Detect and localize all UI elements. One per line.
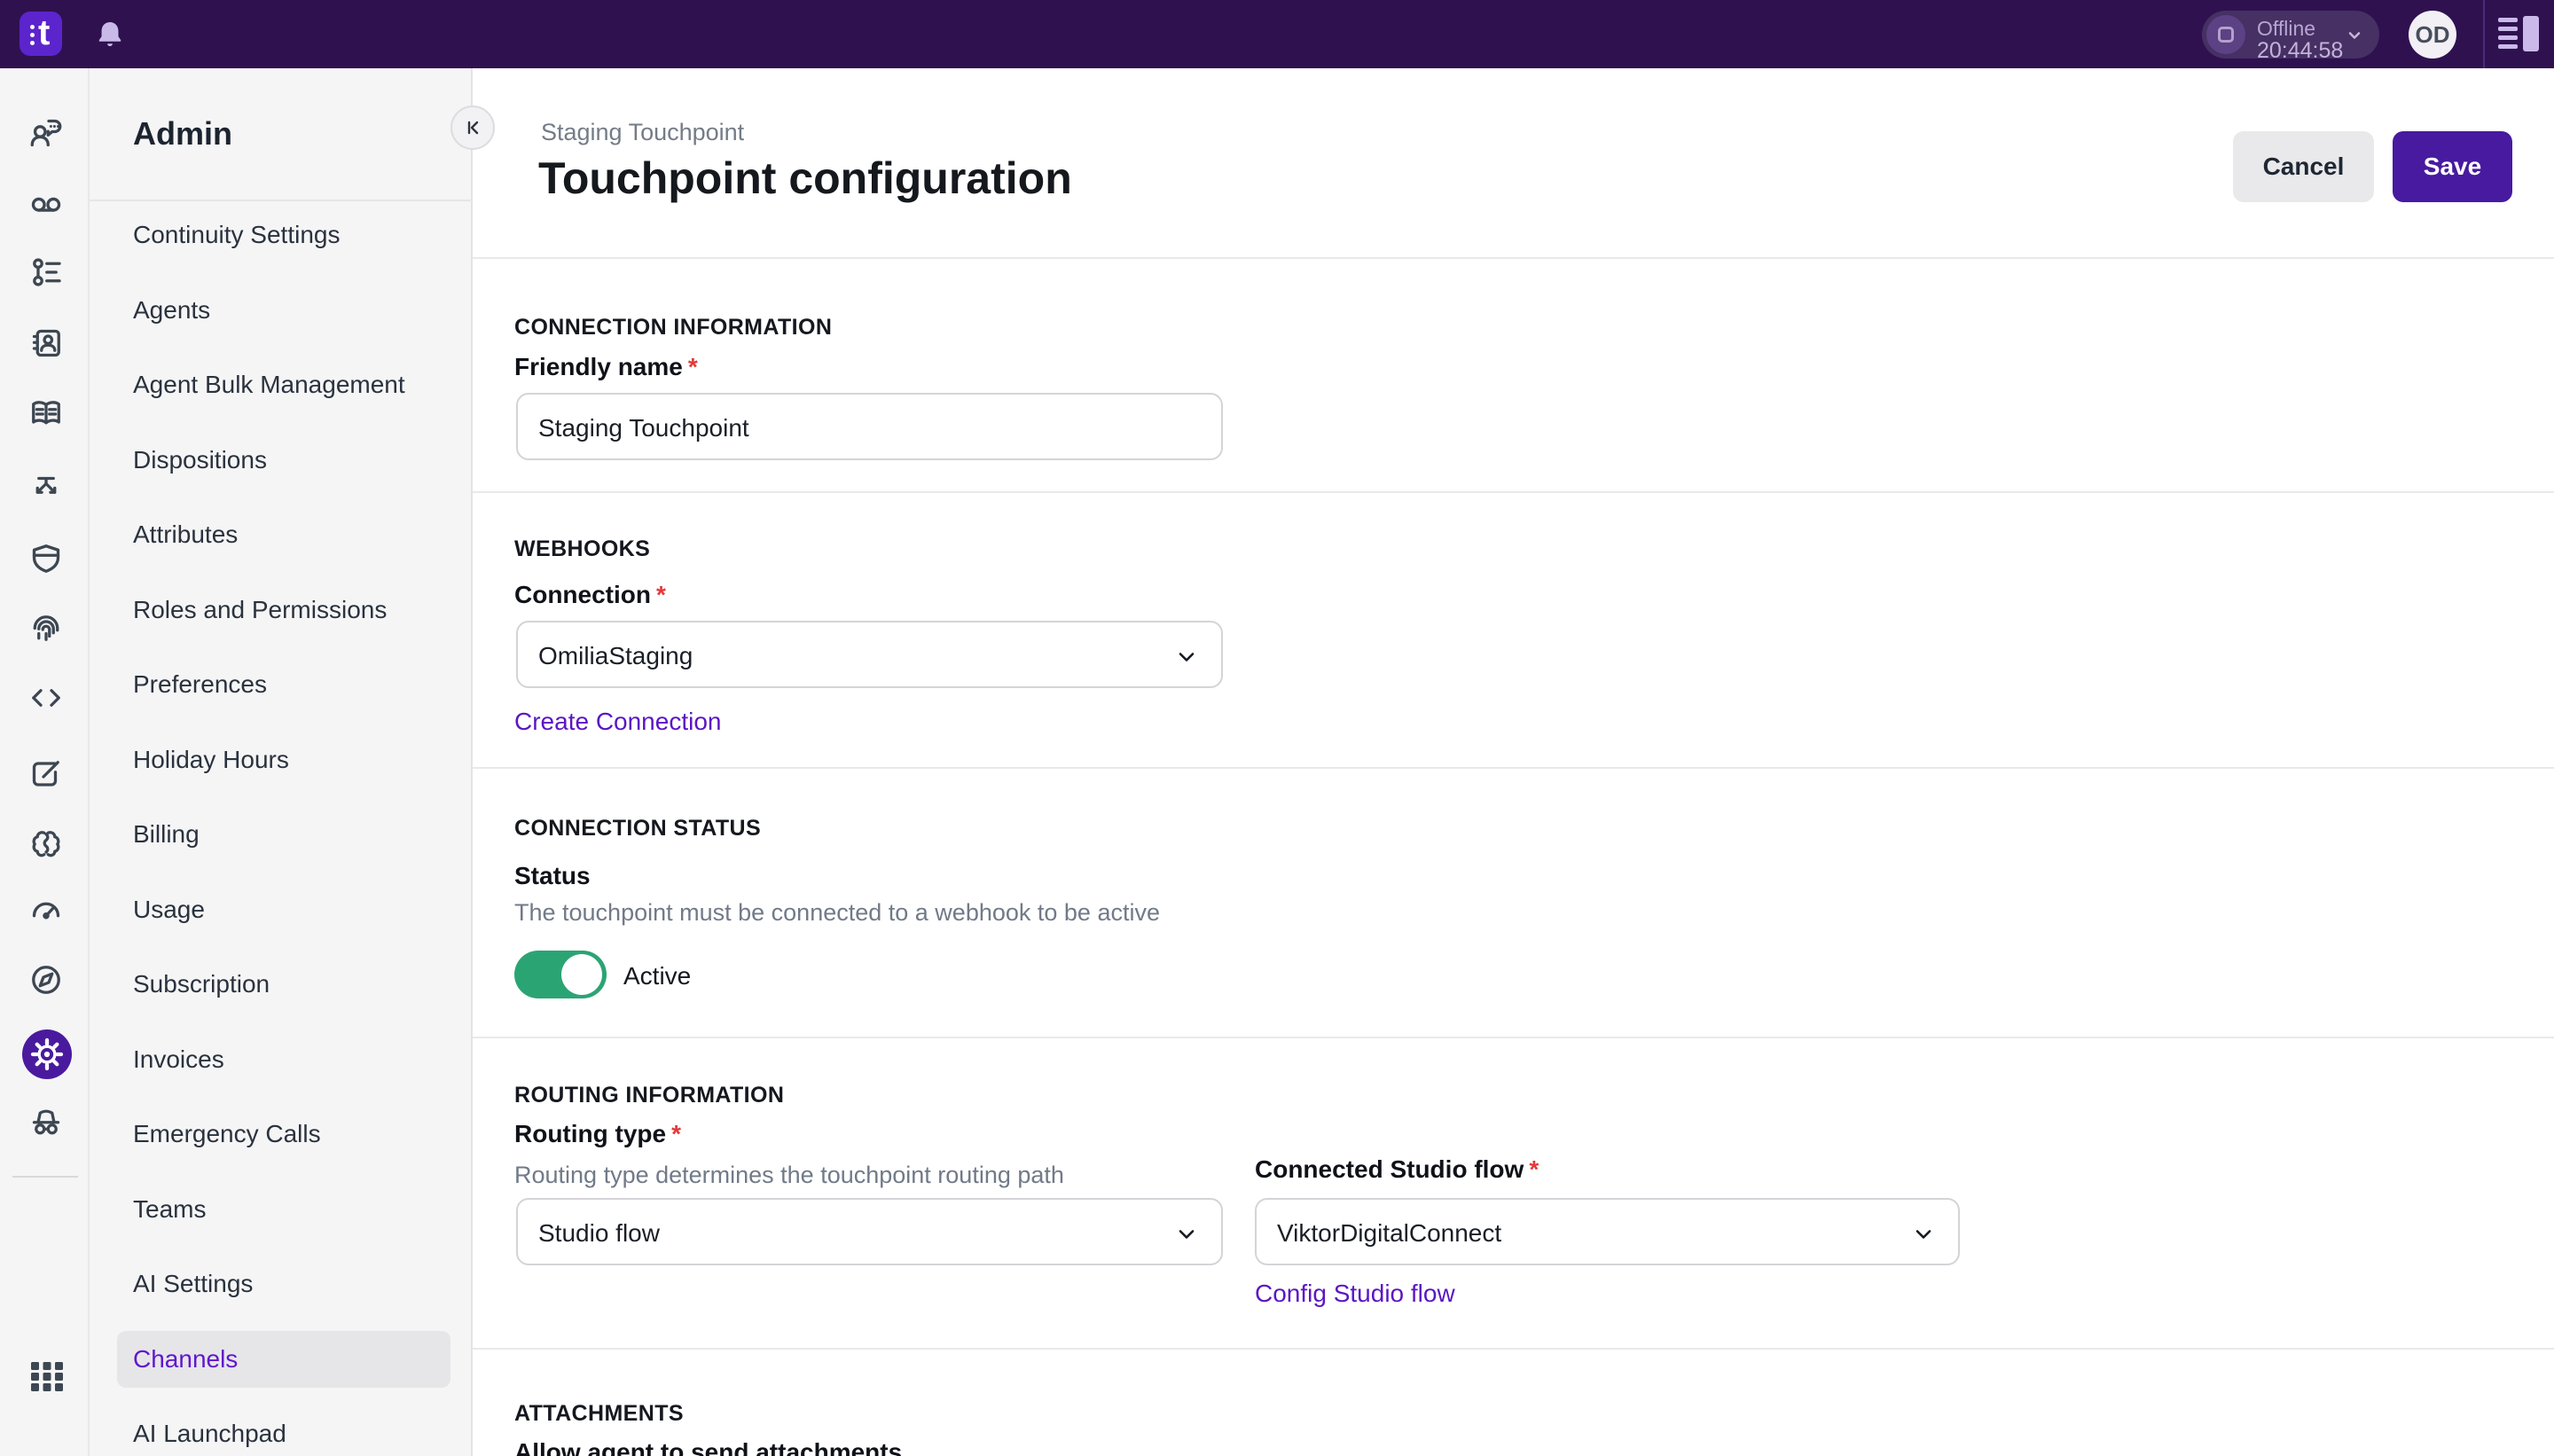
- rail-divider: [12, 1176, 78, 1178]
- identity-fingerprint-icon[interactable]: [27, 611, 65, 648]
- sidebar-item-ai-launchpad[interactable]: AI Launchpad: [90, 1397, 473, 1456]
- allow-attachments-label: Allow agent to send attachments: [514, 1438, 902, 1456]
- dashboard-icon[interactable]: [27, 891, 65, 928]
- sidebar-menu: Continuity Settings Agents Agent Bulk Ma…: [90, 198, 473, 1456]
- app-logo[interactable]: t: [20, 12, 62, 56]
- save-button[interactable]: Save: [2393, 131, 2512, 202]
- routing-type-value: Studio flow: [538, 1219, 660, 1248]
- user-avatar[interactable]: OD: [2409, 11, 2456, 59]
- section-divider: [473, 767, 2554, 769]
- breadcrumb: Staging Touchpoint: [541, 119, 744, 146]
- sidebar-item-attributes[interactable]: Attributes: [90, 497, 473, 573]
- sidebar-item-channels[interactable]: Channels: [90, 1322, 473, 1397]
- compose-icon[interactable]: [27, 755, 65, 793]
- sidebar-item-emergency-calls[interactable]: Emergency Calls: [90, 1097, 473, 1172]
- logo-dots-icon: [30, 25, 35, 49]
- friendly-name-label: Friendly name*: [514, 353, 698, 381]
- side-panel-toggle-icon[interactable]: [2497, 14, 2540, 55]
- friendly-name-value: Staging Touchpoint: [538, 414, 749, 442]
- connection-label: Connection*: [514, 581, 666, 609]
- status-label: Status: [514, 862, 591, 890]
- sidebar-item-teams[interactable]: Teams: [90, 1172, 473, 1248]
- knowledge-base-icon[interactable]: [27, 395, 65, 433]
- section-divider: [473, 1348, 2554, 1350]
- agent-conversations-icon[interactable]: [27, 114, 65, 152]
- contacts-icon[interactable]: [27, 325, 65, 362]
- main-content: Staging Touchpoint Touchpoint configurat…: [473, 68, 2554, 1456]
- connected-studio-flow-select[interactable]: ViktorDigitalConnect: [1255, 1198, 1960, 1265]
- connected-studio-flow-value: ViktorDigitalConnect: [1277, 1219, 1501, 1248]
- security-shield-icon[interactable]: [27, 540, 65, 577]
- routing-type-select[interactable]: Studio flow: [516, 1198, 1223, 1265]
- sidebar-item-billing[interactable]: Billing: [90, 797, 473, 873]
- sidebar-item-roles-and-permissions[interactable]: Roles and Permissions: [90, 573, 473, 648]
- section-title-attachments: ATTACHMENTS: [514, 1401, 684, 1427]
- section-title-connection-status: CONNECTION STATUS: [514, 816, 761, 842]
- sidebar-item-agents[interactable]: Agents: [90, 273, 473, 348]
- required-marker: *: [1529, 1155, 1539, 1183]
- status-label: Offline: [2257, 17, 2315, 41]
- sidebar-item-holiday-hours[interactable]: Holiday Hours: [90, 723, 473, 798]
- app-root: t Offline 20:44:58 OD: [0, 0, 2554, 1456]
- required-marker: *: [671, 1120, 681, 1147]
- sidebar-item-ai-settings[interactable]: AI Settings: [90, 1247, 473, 1322]
- routing-type-description: Routing type determines the touchpoint r…: [514, 1162, 1064, 1189]
- cancel-button[interactable]: Cancel: [2233, 131, 2374, 202]
- voicemail-icon[interactable]: [27, 185, 65, 223]
- section-title-routing-information: ROUTING INFORMATION: [514, 1083, 784, 1108]
- chevron-down-icon: [1910, 1221, 1937, 1252]
- required-marker: *: [688, 353, 698, 380]
- section-divider: [473, 257, 2554, 259]
- ai-brain-icon[interactable]: [27, 826, 65, 863]
- connection-select[interactable]: OmiliaStaging: [516, 621, 1223, 688]
- config-studio-flow-link[interactable]: Config Studio flow: [1255, 1280, 1455, 1308]
- page-title: Touchpoint configuration: [538, 153, 1072, 204]
- connected-studio-flow-label: Connected Studio flow*: [1255, 1155, 1539, 1184]
- toggle-state-label: Active: [623, 962, 691, 990]
- chevron-down-icon: [1173, 644, 1200, 675]
- friendly-name-input[interactable]: Staging Touchpoint: [516, 393, 1223, 460]
- sidebar-title: Admin: [133, 115, 232, 153]
- sidebar-item-preferences[interactable]: Preferences: [90, 647, 473, 723]
- sidebar-item-agent-bulk-management[interactable]: Agent Bulk Management: [90, 348, 473, 423]
- section-divider: [473, 491, 2554, 493]
- settings-gear-icon[interactable]: [22, 1029, 72, 1079]
- sidebar-item-dispositions[interactable]: Dispositions: [90, 423, 473, 498]
- toggle-knob: [561, 954, 602, 995]
- sidebar-collapse-button[interactable]: [450, 106, 495, 150]
- status-description: The touchpoint must be connected to a we…: [514, 899, 1160, 927]
- topbar: t Offline 20:44:58 OD: [0, 0, 2554, 68]
- status-timer: 20:44:58: [2257, 38, 2343, 64]
- developer-code-icon[interactable]: [27, 679, 65, 716]
- logo-letter: t: [38, 13, 50, 53]
- header-actions: Cancel Save: [2233, 131, 2512, 202]
- status-toggle[interactable]: [514, 951, 607, 998]
- routing-type-label: Routing type*: [514, 1120, 681, 1148]
- section-title-connection-information: CONNECTION INFORMATION: [514, 315, 832, 341]
- app-launcher-icon[interactable]: [29, 1358, 65, 1394]
- chevron-down-icon: [2342, 23, 2367, 52]
- required-marker: *: [656, 581, 666, 608]
- topbar-divider: [2483, 0, 2485, 68]
- workflow-list-icon[interactable]: [27, 254, 65, 291]
- agent-status-selector[interactable]: Offline 20:44:58: [2202, 11, 2379, 59]
- section-divider: [473, 1037, 2554, 1038]
- sidebar-item-continuity-settings[interactable]: Continuity Settings: [90, 198, 473, 273]
- routing-flows-icon[interactable]: [27, 469, 65, 506]
- connection-value: OmiliaStaging: [538, 642, 693, 670]
- sidebar-item-subscription[interactable]: Subscription: [90, 947, 473, 1022]
- create-connection-link[interactable]: Create Connection: [514, 708, 721, 736]
- sidebar-item-invoices[interactable]: Invoices: [90, 1022, 473, 1098]
- chevron-down-icon: [1173, 1221, 1200, 1252]
- status-stop-icon: [2206, 15, 2245, 54]
- avatar-initials: OD: [2416, 21, 2450, 49]
- notifications-bell-icon[interactable]: [94, 18, 126, 51]
- incognito-icon[interactable]: [27, 1103, 65, 1140]
- admin-sidebar: Admin Continuity Settings Agents Agent B…: [90, 68, 473, 1456]
- icon-rail: [0, 68, 90, 1456]
- explore-compass-icon[interactable]: [27, 961, 65, 998]
- sidebar-item-usage[interactable]: Usage: [90, 873, 473, 948]
- section-title-webhooks: WEBHOOKS: [514, 536, 650, 562]
